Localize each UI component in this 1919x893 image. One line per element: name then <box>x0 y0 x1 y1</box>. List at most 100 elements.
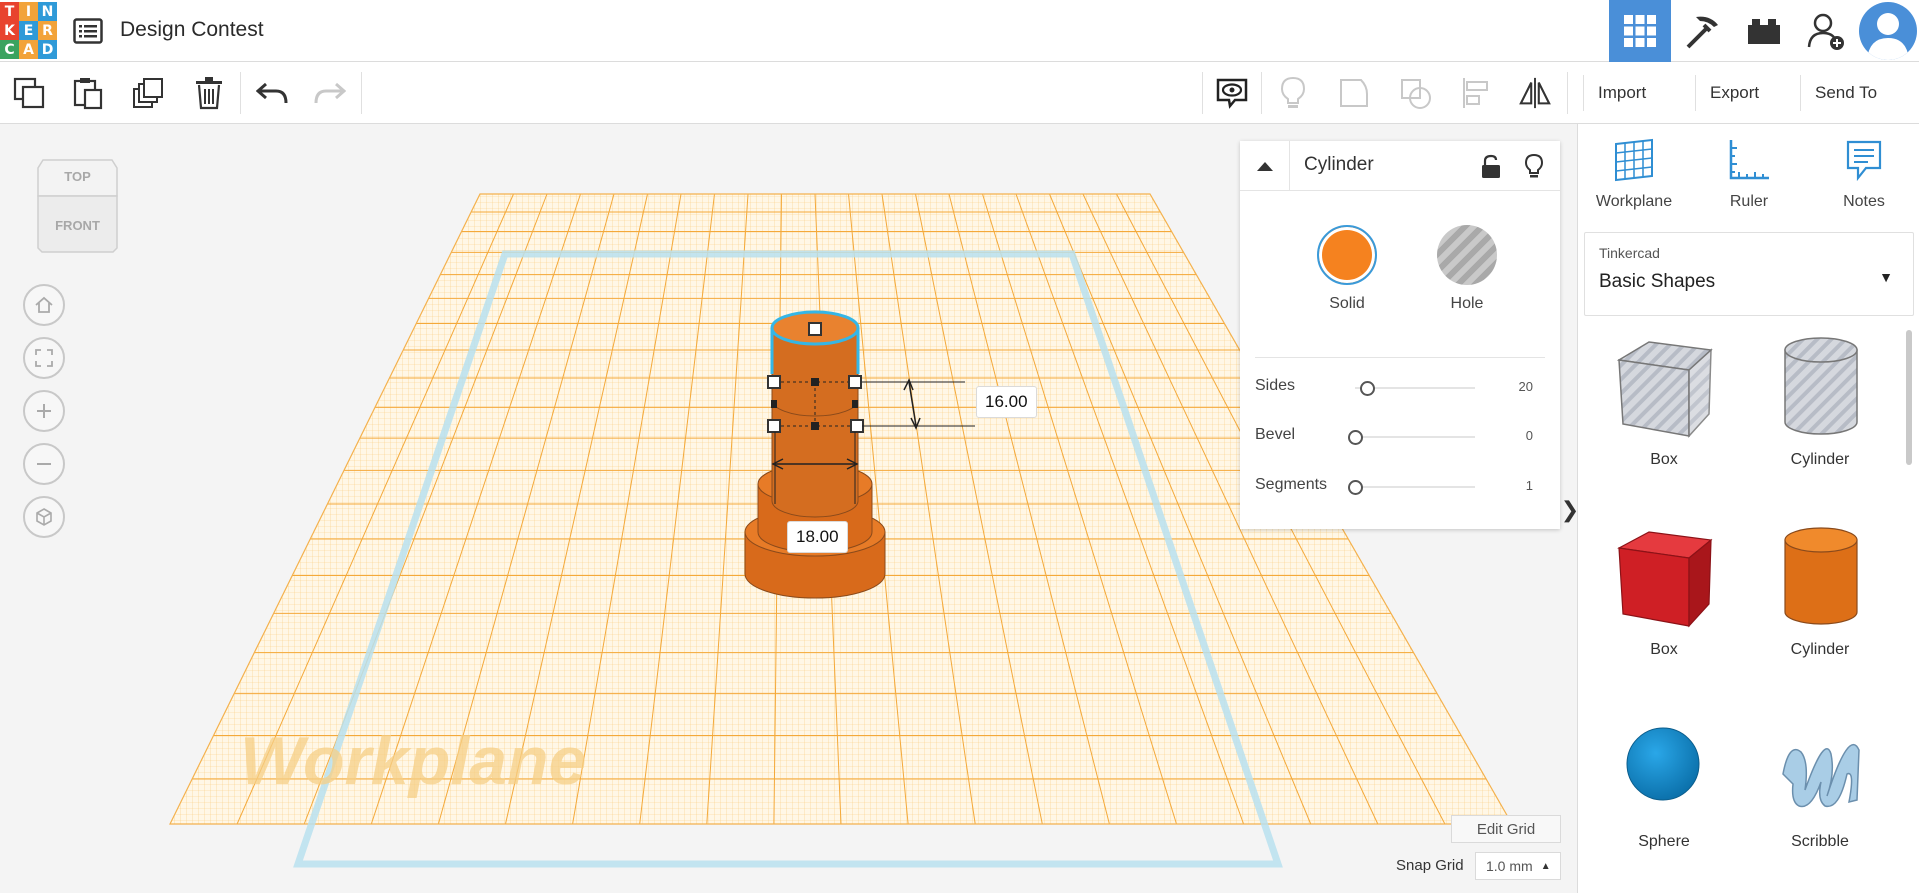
logo-letter: D <box>38 40 57 59</box>
ruler-tool-label: Ruler <box>1729 193 1769 210</box>
workplane-tool[interactable]: Workplane <box>1584 138 1684 211</box>
export-button[interactable]: Export <box>1695 75 1773 111</box>
sides-label: Sides <box>1255 377 1296 394</box>
cylinder-icon <box>1784 527 1858 625</box>
view-switcher <box>1609 0 1919 62</box>
view-cube[interactable]: TOP FRONT <box>35 156 120 254</box>
inspector-header: Cylinder <box>1240 141 1560 191</box>
logo-letter: T <box>0 2 19 21</box>
width-dimension-input[interactable]: 18.00 <box>787 521 848 553</box>
ruler-tool[interactable]: Ruler <box>1699 138 1799 211</box>
import-button[interactable]: Import <box>1583 75 1660 111</box>
shape-scribble[interactable]: Scribble <box>1745 714 1895 851</box>
segments-slider-knob[interactable] <box>1348 480 1363 495</box>
notes-tool-label: Notes <box>1843 193 1885 210</box>
hole-swatch[interactable] <box>1437 225 1497 285</box>
design-list-button[interactable] <box>71 14 105 48</box>
hole-cylinder-icon <box>1784 337 1858 435</box>
inspector-collapse-button[interactable] <box>1240 141 1290 191</box>
workplane-watermark: Workplane <box>240 723 586 799</box>
visibility-button[interactable] <box>1524 153 1544 184</box>
view-cube-top-face[interactable]: TOP <box>35 169 120 184</box>
shape-cylinder-solid[interactable]: Cylinder <box>1745 522 1895 659</box>
group-button[interactable] <box>1337 76 1371 110</box>
send-to-button[interactable]: Send To <box>1800 75 1891 111</box>
bevel-slider-knob[interactable] <box>1348 430 1363 445</box>
view-cube-front-face[interactable]: FRONT <box>35 218 120 233</box>
undo-button[interactable] <box>255 76 289 110</box>
bevel-property: Bevel 0 <box>1255 422 1545 452</box>
align-button[interactable] <box>1459 76 1493 110</box>
lightbulb-icon <box>1280 76 1306 108</box>
shape-name: Cylinder <box>1790 641 1850 658</box>
notes-toggle-button[interactable] <box>1215 76 1249 110</box>
bricks-view-button[interactable] <box>1733 0 1795 62</box>
zoom-out-button[interactable] <box>23 443 65 485</box>
shape-name: Cylinder <box>1790 451 1850 468</box>
fit-view-button[interactable] <box>23 337 65 379</box>
brick-icon <box>1748 19 1780 44</box>
home-view-button[interactable] <box>23 284 65 326</box>
delete-button[interactable] <box>192 76 226 110</box>
copy-icon <box>13 77 45 109</box>
sides-slider-knob[interactable] <box>1360 381 1375 396</box>
avatar-icon <box>1867 13 1909 60</box>
invite-user-button[interactable] <box>1795 0 1857 62</box>
user-avatar[interactable] <box>1859 2 1917 60</box>
segments-slider-track[interactable] <box>1355 486 1475 488</box>
pickaxe-icon <box>1686 16 1718 49</box>
shape-box-solid[interactable]: Box <box>1589 522 1739 659</box>
caret-up-icon <box>1256 162 1273 171</box>
inspector-shape-title[interactable]: Cylinder <box>1304 154 1374 176</box>
library-name: Basic Shapes <box>1599 271 1716 292</box>
logo-letter: K <box>0 21 19 40</box>
hole-box-icon <box>1616 341 1713 438</box>
tinkercad-logo[interactable]: T I N K E R C A D <box>0 2 57 59</box>
solid-option[interactable]: Solid <box>1307 225 1387 313</box>
notes-tool[interactable]: Notes <box>1814 138 1914 211</box>
hole-option[interactable]: Hole <box>1427 225 1507 313</box>
zoom-in-button[interactable] <box>23 390 65 432</box>
sides-value[interactable]: 20 <box>1519 379 1533 394</box>
paste-button[interactable] <box>71 76 105 110</box>
duplicate-button[interactable] <box>132 76 166 110</box>
top-bar: T I N K E R C A D Design Contest <box>0 0 1919 62</box>
shape-cylinder-hole[interactable]: Cylinder <box>1745 332 1895 469</box>
library-source-label: Tinkercad <box>1599 245 1660 261</box>
minecraft-view-button[interactable] <box>1671 0 1733 62</box>
workplane-tool-label: Workplane <box>1595 193 1673 210</box>
trash-icon <box>196 77 222 110</box>
edit-toolbar: Import Export Send To <box>0 62 1919 124</box>
height-dimension-input[interactable]: 16.00 <box>976 386 1037 418</box>
panel-toggle-button[interactable]: ❯ <box>1561 490 1579 530</box>
segments-label: Segments <box>1255 476 1328 493</box>
show-all-button[interactable] <box>1276 76 1310 110</box>
solid-swatch[interactable] <box>1317 225 1377 285</box>
shape-library-select[interactable]: Tinkercad Basic Shapes ▼ <box>1584 232 1914 316</box>
caret-down-icon: ▼ <box>1879 269 1893 285</box>
segments-value[interactable]: 1 <box>1526 478 1533 493</box>
bevel-slider-track[interactable] <box>1355 436 1475 438</box>
design-title[interactable]: Design Contest <box>120 18 264 42</box>
redo-button[interactable] <box>313 76 347 110</box>
shapes-scrollbar[interactable] <box>1906 330 1912 465</box>
bevel-value[interactable]: 0 <box>1526 428 1533 443</box>
perspective-toggle-button[interactable] <box>23 496 65 538</box>
copy-button[interactable] <box>12 76 46 110</box>
snap-grid-select[interactable]: 1.0 mm ▲ <box>1475 852 1561 880</box>
plus-icon <box>37 404 51 418</box>
mirror-icon <box>1519 77 1551 109</box>
snap-grid-value: 1.0 mm <box>1486 858 1533 874</box>
lightbulb-icon <box>1524 153 1544 178</box>
group-icon <box>1340 79 1368 107</box>
duplicate-icon <box>133 78 163 108</box>
shape-box-hole[interactable]: Box <box>1589 332 1739 469</box>
logo-letter: C <box>0 40 19 59</box>
edit-grid-button[interactable]: Edit Grid <box>1451 815 1561 843</box>
ungroup-button[interactable] <box>1398 76 1432 110</box>
lock-button[interactable] <box>1480 154 1502 185</box>
shape-sphere[interactable]: Sphere <box>1589 714 1739 851</box>
3d-design-view-button[interactable] <box>1609 0 1671 62</box>
bevel-label: Bevel <box>1255 426 1296 443</box>
mirror-button[interactable] <box>1518 76 1552 110</box>
